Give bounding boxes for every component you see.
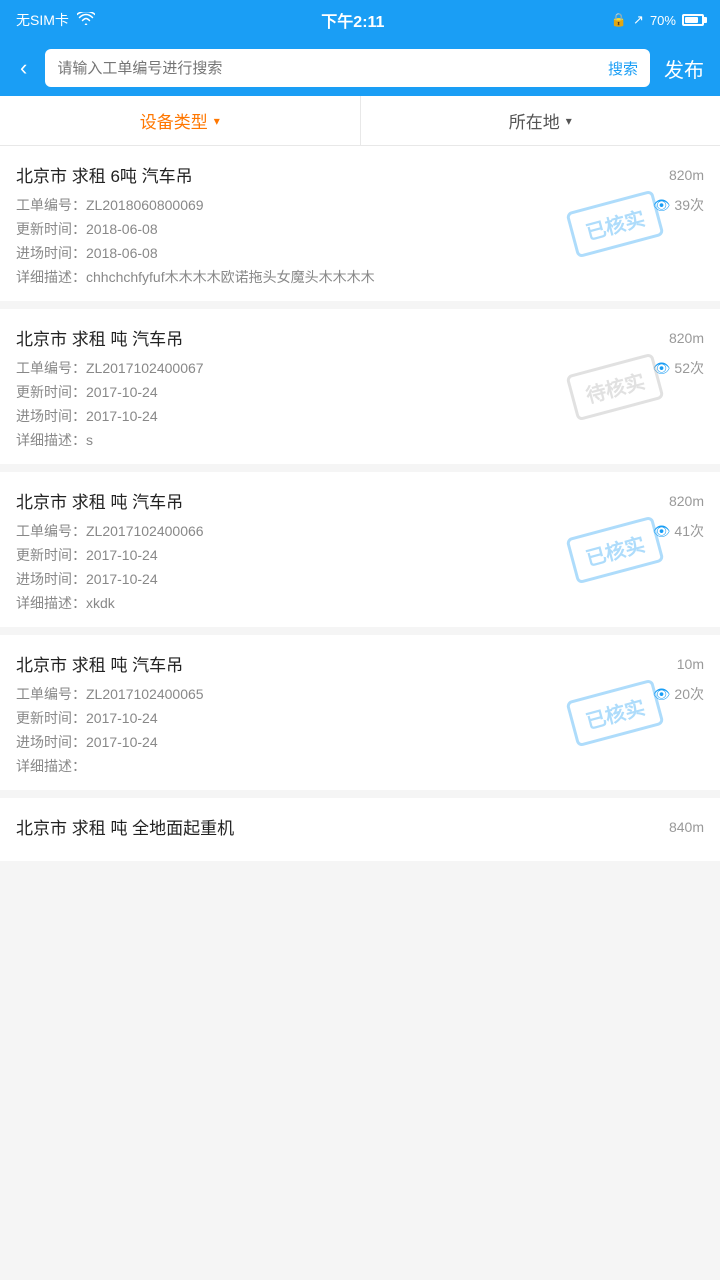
status-bar: 无SIM卡 下午2:11 🔒 ↗ 70% — [0, 0, 720, 40]
filter-location[interactable]: 所在地 ▾ — [361, 96, 720, 145]
filter-location-label: 所在地 — [509, 108, 560, 133]
filter-equipment-chevron: ▾ — [214, 114, 220, 128]
item-distance: 820m — [669, 493, 704, 509]
filter-bar: 设备类型 ▾ 所在地 ▾ — [0, 96, 720, 146]
item-title: 北京市 求租 吨 汽车吊 — [16, 488, 183, 513]
filter-equipment-type[interactable]: 设备类型 ▾ — [0, 96, 361, 145]
eye-icon: 👁 — [653, 197, 671, 214]
filter-equipment-label: 设备类型 — [140, 108, 208, 133]
wifi-icon — [77, 12, 95, 29]
location-icon: ↗ — [633, 12, 644, 28]
item-update-time: 更新时间：2018-06-08 — [16, 219, 704, 239]
status-left: 无SIM卡 — [16, 10, 95, 30]
item-update-time: 更新时间：2017-10-24 — [16, 545, 704, 565]
list-item[interactable]: 北京市 求租 吨 汽车吊 820m 工单编号：ZL2017102400067 👁… — [0, 309, 720, 464]
item-desc: 详细描述：xkdk — [16, 593, 704, 613]
item-entry-time: 进场时间：2017-10-24 — [16, 732, 704, 752]
status-right: 🔒 ↗ 70% — [611, 12, 704, 28]
list-item[interactable]: 北京市 求租 吨 汽车吊 820m 工单编号：ZL2017102400066 👁… — [0, 472, 720, 627]
item-views: 👁 52次 — [653, 358, 704, 378]
signal-text: 无SIM卡 — [16, 10, 69, 30]
item-desc: 详细描述：chhchchfyfuf木木木木欧诺拖头女魔头木木木木 — [16, 267, 704, 287]
item-entry-time: 进场时间：2017-10-24 — [16, 569, 704, 589]
item-update-time: 更新时间：2017-10-24 — [16, 382, 704, 402]
item-distance: 820m — [669, 167, 704, 183]
list-item[interactable]: 北京市 求租 吨 全地面起重机 840m — [0, 798, 720, 861]
filter-location-chevron: ▾ — [566, 114, 572, 128]
battery-icon — [682, 14, 704, 26]
search-box: 搜索 — [45, 49, 650, 87]
item-entry-time: 进场时间：2017-10-24 — [16, 406, 704, 426]
header: ‹ 搜索 发布 — [0, 40, 720, 96]
lock-icon: 🔒 — [611, 12, 627, 28]
item-desc: 详细描述：s — [16, 430, 704, 450]
search-button[interactable]: 搜索 — [596, 58, 650, 79]
eye-icon: 👁 — [653, 686, 671, 703]
item-update-time: 更新时间：2017-10-24 — [16, 708, 704, 728]
item-distance: 10m — [677, 656, 704, 672]
status-time: 下午2:11 — [321, 8, 384, 32]
item-desc: 详细描述： — [16, 756, 704, 776]
back-button[interactable]: ‹ — [12, 51, 35, 85]
item-title: 北京市 求租 吨 全地面起重机 — [16, 814, 234, 839]
list-item[interactable]: 北京市 求租 6吨 汽车吊 820m 工单编号：ZL2018060800069 … — [0, 146, 720, 301]
item-order-no: 工单编号：ZL2018060800069 — [16, 195, 204, 215]
item-order-no: 工单编号：ZL2017102400067 — [16, 358, 204, 378]
list-container: 北京市 求租 6吨 汽车吊 820m 工单编号：ZL2018060800069 … — [0, 146, 720, 861]
item-order-no: 工单编号：ZL2017102400065 — [16, 684, 204, 704]
item-entry-time: 进场时间：2018-06-08 — [16, 243, 704, 263]
item-title: 北京市 求租 吨 汽车吊 — [16, 325, 183, 350]
item-order-no: 工单编号：ZL2017102400066 — [16, 521, 204, 541]
item-title: 北京市 求租 6吨 汽车吊 — [16, 162, 193, 187]
battery-percent: 70% — [650, 13, 676, 28]
search-input[interactable] — [45, 60, 596, 77]
item-views: 👁 41次 — [653, 521, 704, 541]
item-distance: 820m — [669, 330, 704, 346]
item-distance: 840m — [669, 819, 704, 835]
item-title: 北京市 求租 吨 汽车吊 — [16, 651, 183, 676]
eye-icon: 👁 — [653, 360, 671, 377]
list-item[interactable]: 北京市 求租 吨 汽车吊 10m 工单编号：ZL2017102400065 👁 … — [0, 635, 720, 790]
eye-icon: 👁 — [653, 523, 671, 540]
item-views: 👁 20次 — [653, 684, 704, 704]
item-views: 👁 39次 — [653, 195, 704, 215]
publish-button[interactable]: 发布 — [660, 50, 708, 87]
